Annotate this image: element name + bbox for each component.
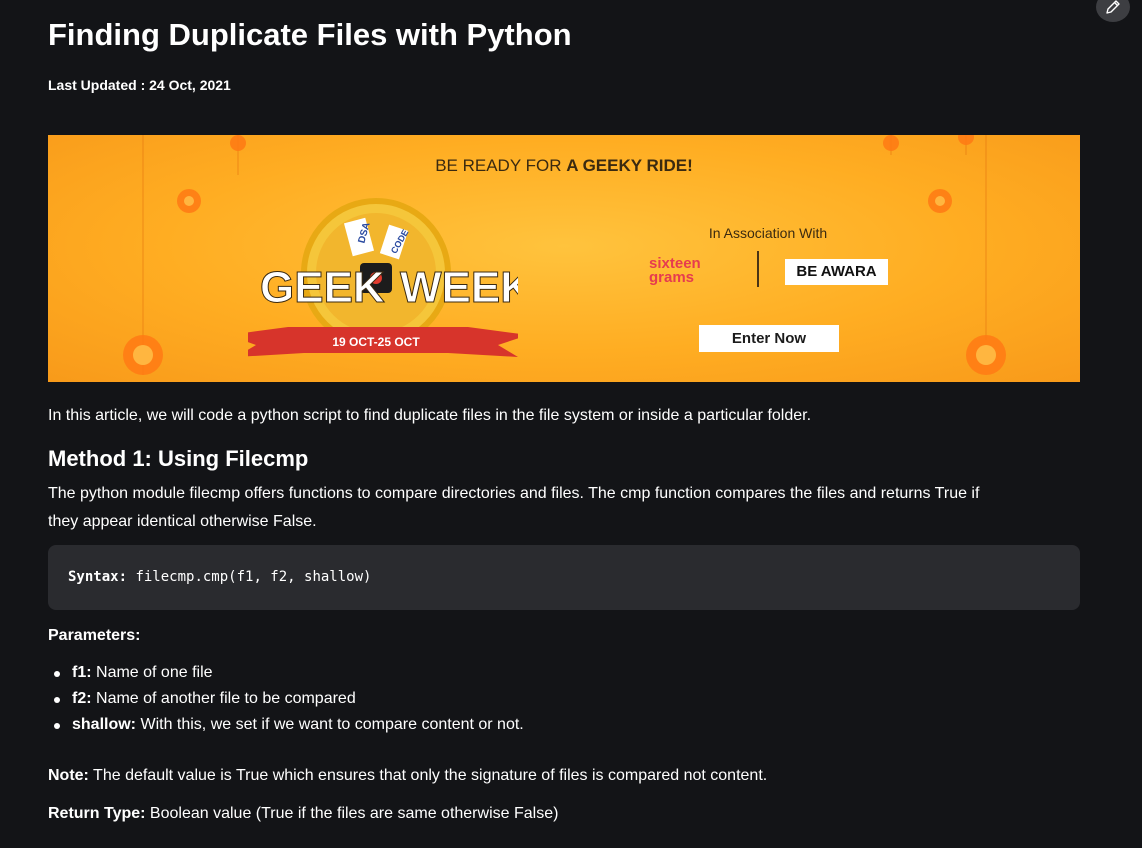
syntax-code-text: Syntax: filecmp.cmp(f1, f2, shallow): [68, 567, 371, 587]
param-desc: Name of one file: [91, 664, 213, 681]
method-1-description-line-2: they appear identical otherwise False.: [48, 513, 317, 530]
parameters-list: f1: Name of one file f2: Name of another…: [48, 660, 524, 738]
syntax-code-block: Syntax: filecmp.cmp(f1, f2, shallow): [48, 545, 1080, 610]
list-item: f2: Name of another file to be compared: [48, 686, 524, 712]
note-label: Note:: [48, 767, 89, 784]
parameters-label: Parameters:: [48, 627, 141, 644]
sponsor-divider: [757, 251, 759, 287]
param-desc: With this, we set if we want to compare …: [136, 716, 524, 733]
return-type-paragraph: Return Type: Boolean value (True if the …: [48, 800, 1078, 828]
param-name: f2:: [72, 690, 92, 707]
logo-word-left: GEEK: [260, 263, 385, 312]
list-item: f1: Name of one file: [48, 660, 524, 686]
sixteen-grams-line-2: grams: [649, 269, 695, 286]
param-desc: Name of another file to be compared: [91, 690, 356, 707]
last-updated-date: Last Updated : 24 Oct, 2021: [48, 77, 231, 93]
return-type-label: Return Type:: [48, 805, 146, 822]
article-page: Finding Duplicate Files with Python Last…: [0, 0, 1142, 848]
param-name: f1:: [72, 664, 92, 681]
intro-paragraph: In this article, we will code a python s…: [48, 407, 812, 424]
article-title: Finding Duplicate Files with Python: [48, 17, 572, 52]
method-1-heading: Method 1: Using Filecmp: [48, 446, 309, 471]
return-type-text: Boolean value (True if the files are sam…: [145, 805, 559, 822]
method-1-description-line-1: The python module filecmp offers functio…: [48, 485, 980, 502]
banner-headline-bold: A GEEKY RIDE!: [566, 156, 693, 175]
pencil-icon: [1106, 0, 1120, 14]
syntax-label: Syntax:: [68, 569, 128, 585]
logo-dates: 19 OCT-25 OCT: [332, 335, 420, 349]
banner-headline-prefix: BE READY FOR: [435, 156, 567, 175]
enter-now-button[interactable]: Enter Now: [699, 325, 839, 352]
be-awara-logo: BE AWARA: [785, 259, 888, 285]
geek-week-banner[interactable]: BE READY FOR A GEEKY RIDE! DSA CODE 19 O…: [48, 135, 1080, 382]
association-text: In Association With: [708, 225, 828, 241]
note-paragraph: Note: The default value is True which en…: [48, 762, 1078, 790]
note-text: The default value is True which ensures …: [88, 767, 768, 784]
edit-button[interactable]: [1096, 0, 1130, 22]
sixteen-grams-logo: sixteen grams: [649, 256, 725, 286]
geek-week-logo: DSA CODE 19 OCT-25 OCT GEEK WEEK: [248, 198, 518, 357]
list-item: shallow: With this, we set if we want to…: [48, 712, 524, 738]
param-name: shallow:: [72, 716, 137, 733]
syntax-code: filecmp.cmp(f1, f2, shallow): [127, 569, 372, 585]
logo-word-right: WEEK: [400, 263, 518, 312]
banner-headline: BE READY FOR A GEEKY RIDE!: [48, 155, 1080, 177]
parameters-label-paragraph: Parameters:: [48, 622, 1078, 650]
